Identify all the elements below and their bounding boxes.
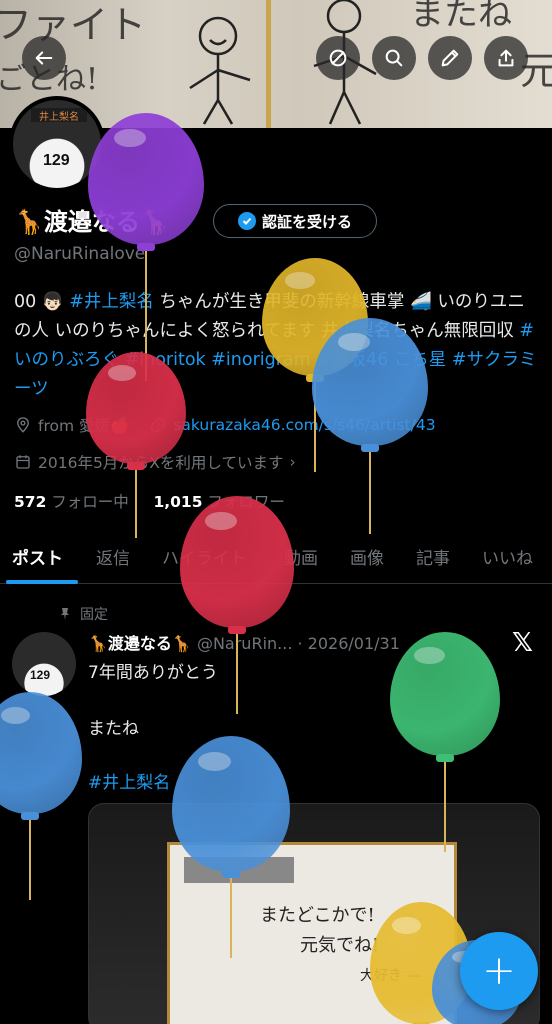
bio-hashtag[interactable]: #櫻坂46 — [316, 350, 388, 370]
back-button[interactable] — [22, 36, 66, 80]
compose-post-button[interactable]: + — [460, 932, 538, 1010]
banner-scribble: またね — [410, 0, 512, 34]
post-author-handle: @NaruRin... — [196, 634, 293, 653]
profile-tabs: ポスト 返信 ハイライト 動画 画像 記事 いいね — [0, 536, 552, 584]
following-link[interactable]: 572 フォロー中 — [14, 493, 129, 511]
tab-posts[interactable]: ポスト — [12, 544, 63, 569]
share-button[interactable] — [484, 36, 528, 80]
banner-scribble: ファイト — [0, 3, 147, 47]
bio-hashtag[interactable]: こち星 — [394, 350, 447, 370]
tab-likes[interactable]: いいね — [482, 544, 533, 569]
post-hashtag[interactable]: #井上梨名 — [88, 768, 170, 793]
pencil-icon — [441, 49, 459, 67]
post-text-line: またね — [88, 719, 139, 739]
pinned-indicator: 固定 — [58, 604, 108, 624]
profile-joined-row[interactable]: 2016年5月からXを利用しています › — [14, 451, 296, 473]
avatar-jersey-number: 129 — [43, 152, 70, 169]
arrow-left-icon — [35, 51, 53, 65]
link-icon — [151, 417, 166, 433]
bio-text: 00 👦🏻 — [14, 292, 70, 312]
bio-hashtag[interactable]: #inoritok — [125, 350, 206, 370]
pin-icon — [61, 608, 69, 620]
profile-meta-row: from 愛媛🍎 sakurazaka46.com/s/s46/artist/4… — [14, 414, 436, 436]
follow-counts: 572 フォロー中 1,015 フォロワー — [14, 490, 285, 512]
edit-button[interactable] — [428, 36, 472, 80]
bio-hashtag[interactable]: #inorigram — [211, 350, 310, 370]
plus-icon: + — [482, 948, 516, 994]
share-icon — [498, 49, 514, 67]
pinned-label: 固定 — [80, 607, 108, 623]
avatar-sign: 井上梨名 — [31, 108, 87, 123]
balloon — [180, 496, 294, 718]
post-header: 🦒渡邉なる🦒 @NaruRin... · 2026/01/31 — [88, 630, 400, 654]
redacted-block — [184, 857, 294, 883]
calendar-icon — [16, 455, 30, 469]
balloon — [0, 692, 82, 904]
profile-website-link[interactable]: sakurazaka46.com/s/s46/artist/43 — [173, 416, 435, 434]
tab-images[interactable]: 画像 — [350, 544, 384, 569]
chevron-right-icon: › — [289, 453, 296, 471]
search-icon — [385, 49, 403, 67]
profile-handle: @NaruRinalove — [14, 244, 146, 264]
tab-articles[interactable]: 記事 — [416, 544, 450, 569]
block-button[interactable] — [316, 36, 360, 80]
profile-location: from 愛媛🍎 — [38, 417, 130, 435]
tab-replies[interactable]: 返信 — [96, 544, 130, 569]
post-text-line: 7年間ありがとう — [88, 663, 218, 683]
x-logo-icon: 𝕏 — [512, 628, 533, 658]
post-author-avatar[interactable]: 129 — [12, 632, 76, 696]
profile-avatar[interactable]: 井上梨名 129 — [9, 96, 105, 192]
tab-highlights[interactable]: ハイライト — [162, 544, 247, 569]
profile-name: 🦒渡邉なる🦒 — [14, 208, 170, 236]
profile-joined: 2016年5月からXを利用しています — [38, 454, 284, 472]
followers-link[interactable]: 1,015 フォロワー — [153, 493, 284, 511]
verify-button-label: 認証を受ける — [261, 212, 352, 231]
search-button[interactable] — [372, 36, 416, 80]
handwriting: またどこかで! 元気でね! 大好き ― — [260, 905, 421, 984]
stick-figure-drawing — [189, 16, 251, 125]
post-date: · 2026/01/31 — [297, 634, 400, 653]
post-author-name[interactable]: 🦒渡邉なる🦒 — [88, 634, 192, 653]
location-pin-icon — [17, 417, 29, 433]
circle-slash-icon — [329, 49, 347, 67]
active-tab-indicator — [6, 580, 78, 584]
verify-button[interactable]: 認証を受ける — [213, 204, 377, 238]
verified-badge-icon — [237, 212, 256, 230]
bio-hashtag[interactable]: #井上梨名 — [69, 292, 154, 312]
profile-bio: 00 👦🏻 #井上梨名 ちゃんが生き甲斐の新幹線車掌 🚄 いのりユニの人 いのり… — [14, 288, 538, 404]
tab-videos[interactable]: 動画 — [284, 544, 318, 569]
avatar-jersey-number: 129 — [30, 668, 51, 682]
message-board-photo: またどこかで! 元気でね! 大好き ― — [167, 842, 457, 1024]
